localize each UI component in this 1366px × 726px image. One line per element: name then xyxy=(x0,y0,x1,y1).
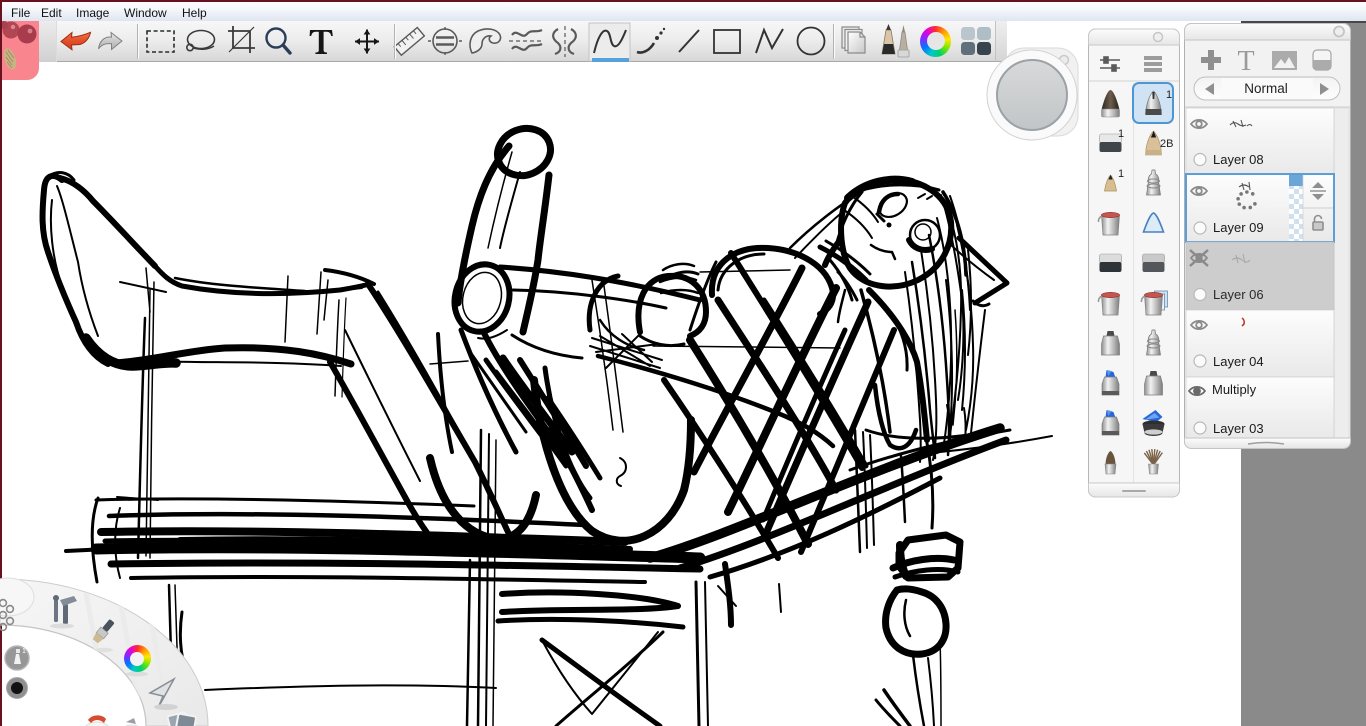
svg-text:2B: 2B xyxy=(1160,138,1173,150)
svg-text:Multiply: Multiply xyxy=(1212,382,1257,397)
svg-text:1: 1 xyxy=(1118,128,1124,140)
svg-text:Layer 03: Layer 03 xyxy=(1213,421,1264,436)
svg-text:1: 1 xyxy=(22,648,26,655)
svg-text:T: T xyxy=(1237,46,1254,77)
svg-text:1: 1 xyxy=(1166,89,1172,101)
svg-text:Layer 04: Layer 04 xyxy=(1213,354,1264,369)
svg-text:Layer 08: Layer 08 xyxy=(1213,152,1264,167)
svg-text:Layer 06: Layer 06 xyxy=(1213,287,1264,302)
svg-text:Normal: Normal xyxy=(1244,81,1288,96)
svg-text:1: 1 xyxy=(1118,168,1124,180)
svg-text:Layer 09: Layer 09 xyxy=(1213,220,1264,235)
